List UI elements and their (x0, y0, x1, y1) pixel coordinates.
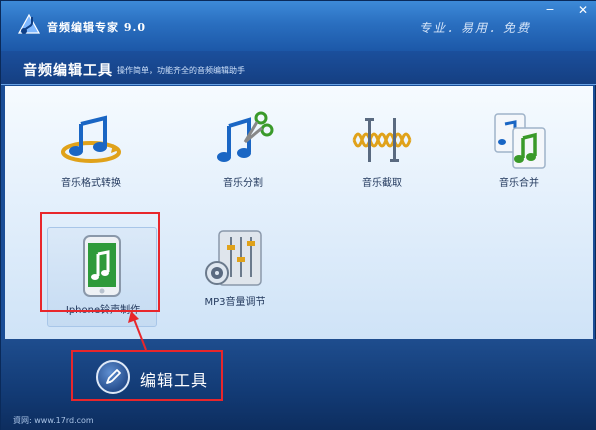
highlight-box-edit-tools (71, 350, 223, 401)
music-convert-icon (61, 115, 121, 163)
section-header: 音频编辑工具 操作简单，功能齐全的音频编辑助手 (1, 51, 596, 85)
app-logo-icon (17, 13, 41, 34)
tool-music-merge[interactable]: 音乐合并 (464, 108, 574, 198)
app-slogan: 专业．易用．免费 (419, 21, 532, 35)
close-button[interactable]: ✕ (576, 3, 590, 17)
minimize-button[interactable]: − (543, 3, 557, 17)
tool-music-cut[interactable]: 音乐截取 (327, 108, 437, 198)
music-cut-icon (352, 118, 412, 162)
tool-label: MP3音量调节 (204, 297, 266, 308)
section-title: 音频编辑工具 (23, 63, 113, 79)
mp3-volume-icon (205, 230, 262, 286)
tool-label: 音乐分割 (223, 178, 263, 189)
section-subtitle: 操作简单，功能齐全的音频编辑助手 (117, 66, 245, 75)
tool-music-split[interactable]: 音乐分割 (188, 108, 298, 198)
app-window: 音频编辑专家 9.0 专业．易用．免费 − ✕ 音频编辑工具 操作简单，功能齐全… (0, 0, 596, 430)
highlight-box-iphone (40, 212, 160, 312)
tool-label: 音乐格式转换 (61, 178, 121, 189)
music-split-icon (217, 111, 274, 162)
tool-music-format-convert[interactable]: 音乐格式转换 (36, 108, 146, 198)
watermark: 資网: www.17rd.com (13, 416, 94, 425)
tool-label: 音乐截取 (362, 178, 402, 189)
title-bar[interactable]: 音频编辑专家 9.0 专业．易用．免费 − ✕ (1, 1, 596, 51)
app-title: 音频编辑专家 9.0 (47, 21, 146, 34)
tool-label: 音乐合并 (499, 178, 539, 189)
tool-mp3-volume[interactable]: MP3音量调节 (180, 227, 290, 317)
music-merge-icon (494, 113, 546, 169)
